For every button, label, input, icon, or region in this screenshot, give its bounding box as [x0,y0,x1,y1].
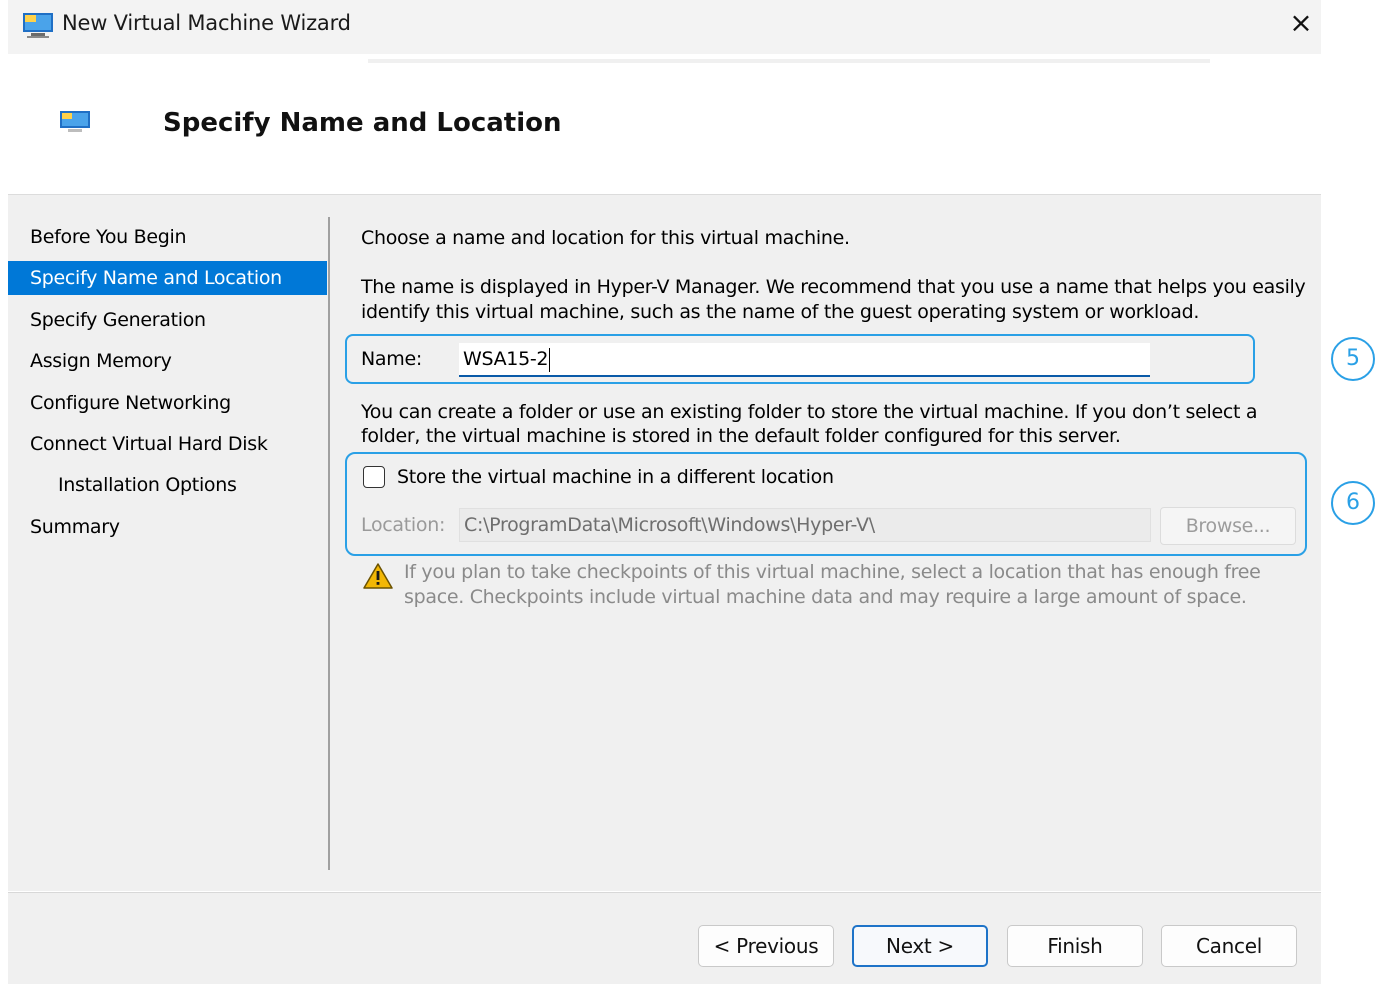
warning-triangle-icon [362,562,394,594]
nav-divider [328,217,330,870]
header-divider [368,59,1210,63]
callout-badge: 6 [1331,481,1375,525]
nav-item-specify-generation[interactable]: Specify Generation [8,303,327,337]
hyper-v-monitor-icon [22,11,54,43]
folder-help-line-2: folder, the virtual machine is stored in… [361,425,1121,447]
nav-item-configure-networking[interactable]: Configure Networking [8,386,327,420]
nav-item-installation-options[interactable]: Installation Options [8,468,327,502]
warning-line-1: If you plan to take checkpoints of this … [404,561,1261,583]
name-help-line-2: identify this virtual machine, such as t… [361,301,1200,323]
browse-button[interactable]: Browse... [1160,507,1296,545]
nav-item-specify-name-and-location[interactable]: Specify Name and Location [8,261,327,295]
nav-item-connect-virtual-hard-disk[interactable]: Connect Virtual Hard Disk [8,427,327,461]
close-icon[interactable]: × [1286,8,1316,38]
nav-item-assign-memory[interactable]: Assign Memory [8,344,327,378]
previous-button[interactable]: < Previous [698,925,834,967]
store-location-checkbox[interactable] [363,466,385,488]
text-caret [549,348,550,372]
folder-help-line-1: You can create a folder or use an existi… [361,401,1258,423]
name-input[interactable] [459,343,1150,377]
store-location-label[interactable]: Store the virtual machine in a different… [397,466,834,488]
callout-badge: 5 [1331,337,1375,381]
page-title: Specify Name and Location [163,108,562,138]
next-button[interactable]: Next > [852,925,988,967]
checkpoint-warning: If you plan to take checkpoints of this … [404,560,1284,610]
window-title: New Virtual Machine Wizard [62,11,351,35]
nav-item-before-you-begin[interactable]: Before You Begin [8,220,327,254]
name-label: Name: [361,348,422,370]
cancel-button[interactable]: Cancel [1161,925,1297,967]
warning-line-2: space. Checkpoints include virtual machi… [404,586,1247,608]
intro-text: Choose a name and location for this virt… [361,227,850,249]
finish-button[interactable]: Finish [1007,925,1143,967]
hyper-v-monitor-icon [60,111,90,139]
location-input[interactable] [459,508,1151,542]
nav-item-summary[interactable]: Summary [8,510,327,544]
name-help-line-1: The name is displayed in Hyper-V Manager… [361,276,1306,298]
location-label: Location: [361,514,446,536]
